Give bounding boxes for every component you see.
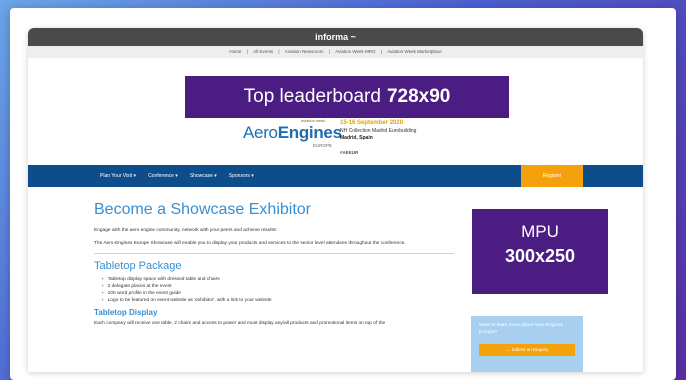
ad-leaderboard: Top leaderboard 728x90 <box>185 76 509 118</box>
separator: | <box>246 49 248 54</box>
aeroengines-logo[interactable]: aviation week AeroEngines EUROPE <box>243 118 342 148</box>
display-paragraph: Each company will receive one table, 2 c… <box>94 321 386 326</box>
list-item: Logo to be featured on event website as … <box>102 297 643 304</box>
event-venue: NH Collection Madrid Eurobuilding <box>340 127 417 134</box>
separator: | <box>380 49 382 54</box>
nav-item-showcase[interactable]: Showcase ▾ <box>190 173 217 179</box>
logo-wordmark: AeroEngines <box>243 123 342 143</box>
nav-item-plan-your-visit[interactable]: Plan Your Visit ▾ <box>100 173 136 179</box>
nav-item-conference[interactable]: Conference ▾ <box>148 173 178 179</box>
ad-mpu-label: MPU <box>521 222 559 241</box>
ad-mpu: MPU 300x250 <box>472 209 608 294</box>
register-button[interactable]: Register <box>521 165 583 187</box>
top-links-bar: Home | All Events | Aviation Newsroom | … <box>28 46 643 58</box>
top-link-aviation-week-marketplace[interactable]: Aviation Week Marketplace <box>387 49 441 54</box>
separator: | <box>278 49 280 54</box>
submit-enquiry-button[interactable]: → Submit an Enquiry <box>479 344 575 356</box>
enquiry-text: Want to learn more about Aero-Engines Eu… <box>479 323 564 335</box>
nav-item-sponsors[interactable]: Sponsors ▾ <box>229 173 254 179</box>
ad-mpu-size: 300x250 <box>504 246 576 266</box>
event-hashtag: #AEEUR <box>340 149 359 155</box>
showcase-paragraph: The Aero-Engines Europe Showcase will en… <box>94 241 406 246</box>
informa-brand-bar[interactable]: informa ~ <box>28 28 643 46</box>
intro-paragraph: Engage with the aero engine community, n… <box>94 228 277 233</box>
top-link-aviation-newsroom[interactable]: Aviation Newsroom <box>285 49 324 54</box>
ad-leaderboard-size: 728x90 <box>386 86 451 107</box>
event-date: 15-16 September 2020 <box>340 120 404 126</box>
separator: | <box>328 49 330 54</box>
top-link-all-events[interactable]: All Events <box>253 49 273 54</box>
top-link-aviation-week-mro[interactable]: Aviation Week MRO <box>335 49 375 54</box>
ad-leaderboard-label: Top leaderboard <box>243 86 381 107</box>
divider <box>94 253 454 254</box>
top-link-home[interactable]: Home <box>229 49 241 54</box>
event-info: 15-16 September 2020 NH Collection Madri… <box>340 120 416 156</box>
logo-subtitle: EUROPE <box>313 143 333 148</box>
enquiry-sidebar: Want to learn more about Aero-Engines Eu… <box>471 316 583 372</box>
brand-title: informa ~ <box>315 32 356 42</box>
main-nav: Plan Your Visit ▾ Conference ▾ Showcase … <box>28 165 643 187</box>
event-city: Madrid, Spain <box>340 135 373 141</box>
logo-name-b: Engines <box>277 123 342 142</box>
logo-name-a: Aero <box>243 123 278 142</box>
